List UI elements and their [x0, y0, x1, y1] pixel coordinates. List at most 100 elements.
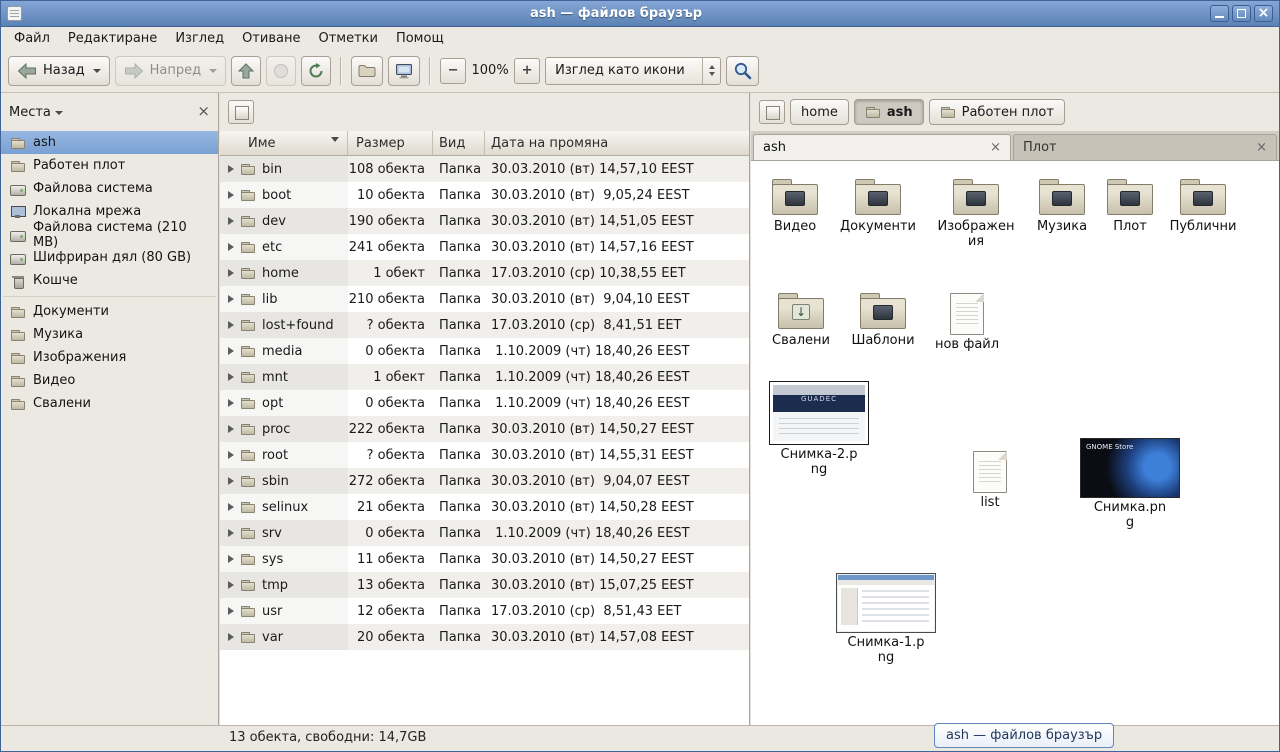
home-button[interactable] — [351, 56, 383, 86]
places-item[interactable]: Свалени — [1, 392, 218, 415]
tab-close-icon[interactable] — [990, 140, 1001, 155]
back-button[interactable]: Назад — [8, 56, 110, 86]
menu-item[interactable]: Отметки — [309, 29, 386, 48]
tab[interactable]: ash — [753, 134, 1011, 160]
places-item[interactable]: ash — [1, 131, 218, 154]
expander-icon[interactable] — [228, 347, 234, 355]
expander-icon[interactable] — [228, 451, 234, 459]
sidebar-title[interactable]: Места — [9, 105, 51, 120]
file-row[interactable]: mnt 1 обект Папка 1.10.2009 (чт) 18,40,2… — [220, 364, 749, 390]
places-item[interactable]: Документи — [1, 300, 218, 323]
maximize-icon[interactable] — [1232, 5, 1251, 22]
path-button[interactable]: ash — [854, 99, 924, 125]
menu-item[interactable]: Отиване — [233, 29, 309, 48]
pathbar-toggle-button[interactable] — [759, 100, 785, 124]
column-header-type[interactable]: Вид — [433, 131, 485, 155]
places-item[interactable]: Музика — [1, 323, 218, 346]
menu-item[interactable]: Изглед — [166, 29, 233, 48]
search-button[interactable] — [726, 56, 759, 86]
column-header-name[interactable]: Име — [220, 131, 348, 155]
chevron-down-icon[interactable] — [55, 111, 63, 115]
tab[interactable]: Плот — [1013, 134, 1277, 160]
file-row[interactable]: tmp 13 обекта Папка 30.03.2010 (вт) 15,0… — [220, 572, 749, 598]
expander-icon[interactable] — [228, 607, 234, 615]
expander-icon[interactable] — [228, 633, 234, 641]
places-item[interactable]: Шифриран дял (80 GB) — [1, 246, 218, 269]
icon-view-item[interactable]: list — [950, 451, 1030, 511]
icon-view-item[interactable]: GUADEC Снимка-2.png — [767, 381, 871, 478]
file-row[interactable]: boot 10 обекта Папка 30.03.2010 (вт) 9,0… — [220, 182, 749, 208]
expander-icon[interactable] — [228, 581, 234, 589]
column-header-size[interactable]: Размер — [348, 131, 433, 155]
expander-icon[interactable] — [228, 191, 234, 199]
places-item[interactable]: Видео — [1, 369, 218, 392]
file-row[interactable]: selinux 21 обекта Папка 30.03.2010 (вт) … — [220, 494, 749, 520]
view-mode-select[interactable]: Изглед като икони — [545, 57, 721, 85]
minimize-icon[interactable] — [1210, 5, 1229, 22]
file-row[interactable]: proc 222 обекта Папка 30.03.2010 (вт) 14… — [220, 416, 749, 442]
zoom-out-button[interactable]: − — [440, 58, 466, 84]
stop-button[interactable] — [266, 56, 296, 86]
icon-view-item[interactable]: Документи — [838, 177, 918, 235]
icon-view-item[interactable]: Публични — [1163, 177, 1243, 235]
icon-view-item[interactable]: Изображения — [936, 177, 1016, 250]
file-row[interactable]: root ? обекта Папка 30.03.2010 (вт) 14,5… — [220, 442, 749, 468]
icon-view-item[interactable]: Свалени — [761, 291, 841, 349]
zoom-in-button[interactable]: + — [514, 58, 540, 84]
places-item[interactable]: Файлова система (210 MB) — [1, 223, 218, 246]
expander-icon[interactable] — [228, 165, 234, 173]
file-row[interactable]: media 0 обекта Папка 1.10.2009 (чт) 18,4… — [220, 338, 749, 364]
file-row[interactable]: bin 108 обекта Папка 30.03.2010 (вт) 14,… — [220, 156, 749, 182]
expander-icon[interactable] — [228, 269, 234, 277]
icon-view-item[interactable]: Плот — [1090, 177, 1170, 235]
file-row[interactable]: lib 210 обекта Папка 30.03.2010 (вт) 9,0… — [220, 286, 749, 312]
places-item[interactable]: Изображения — [1, 346, 218, 369]
reload-button[interactable] — [301, 56, 331, 86]
icon-view-item[interactable]: GNOME Store Снимка.png — [1078, 438, 1182, 531]
computer-button[interactable] — [388, 56, 420, 86]
expander-icon[interactable] — [228, 243, 234, 251]
path-button[interactable]: home — [790, 99, 849, 125]
emblem-icon — [1193, 191, 1213, 206]
file-row[interactable]: etc 241 обекта Папка 30.03.2010 (вт) 14,… — [220, 234, 749, 260]
file-row[interactable]: sys 11 обекта Папка 30.03.2010 (вт) 14,5… — [220, 546, 749, 572]
file-row[interactable]: opt 0 обекта Папка 1.10.2009 (чт) 18,40,… — [220, 390, 749, 416]
menu-item[interactable]: Помощ — [387, 29, 453, 48]
file-row[interactable]: sbin 272 обекта Папка 30.03.2010 (вт) 9,… — [220, 468, 749, 494]
places-item[interactable]: Файлова система — [1, 177, 218, 200]
expander-icon[interactable] — [228, 373, 234, 381]
icon-view-item[interactable]: Снимка-1.png — [834, 573, 938, 666]
file-row[interactable]: home 1 обект Папка 17.03.2010 (ср) 10,38… — [220, 260, 749, 286]
menu-item[interactable]: Редактиране — [59, 29, 166, 48]
places-item[interactable]: Работен плот — [1, 154, 218, 177]
path-button[interactable]: Работен плот — [929, 99, 1065, 125]
menu-item[interactable]: Файл — [5, 29, 59, 48]
file-row[interactable]: var 20 обекта Папка 30.03.2010 (вт) 14,5… — [220, 624, 749, 650]
places-item[interactable]: Кошче — [1, 269, 218, 292]
window-menu-icon[interactable] — [7, 6, 22, 21]
close-icon[interactable] — [1254, 5, 1273, 22]
icon-view-item[interactable]: нов файл — [927, 293, 1007, 353]
sidebar-close-icon[interactable] — [197, 104, 210, 120]
file-row[interactable]: lost+found ? обекта Папка 17.03.2010 (ср… — [220, 312, 749, 338]
expander-icon[interactable] — [228, 529, 234, 537]
computer-icon — [395, 63, 413, 79]
file-row[interactable]: dev 190 обекта Папка 30.03.2010 (вт) 14,… — [220, 208, 749, 234]
expander-icon[interactable] — [228, 295, 234, 303]
up-button[interactable] — [231, 56, 261, 86]
expander-icon[interactable] — [228, 555, 234, 563]
expander-icon[interactable] — [228, 321, 234, 329]
file-row[interactable]: srv 0 обекта Папка 1.10.2009 (чт) 18,40,… — [220, 520, 749, 546]
expander-icon[interactable] — [228, 399, 234, 407]
forward-button[interactable]: Напред — [115, 56, 226, 86]
tab-close-icon[interactable] — [1256, 140, 1267, 155]
icon-view-item[interactable]: Видео — [755, 177, 835, 235]
expander-icon[interactable] — [228, 425, 234, 433]
pane-location-button[interactable] — [228, 100, 254, 124]
file-row[interactable]: usr 12 обекта Папка 17.03.2010 (ср) 8,51… — [220, 598, 749, 624]
icon-view-item[interactable]: Шаблони — [843, 291, 923, 349]
expander-icon[interactable] — [228, 477, 234, 485]
expander-icon[interactable] — [228, 217, 234, 225]
expander-icon[interactable] — [228, 503, 234, 511]
column-header-date[interactable]: Дата на промяна — [485, 131, 749, 155]
